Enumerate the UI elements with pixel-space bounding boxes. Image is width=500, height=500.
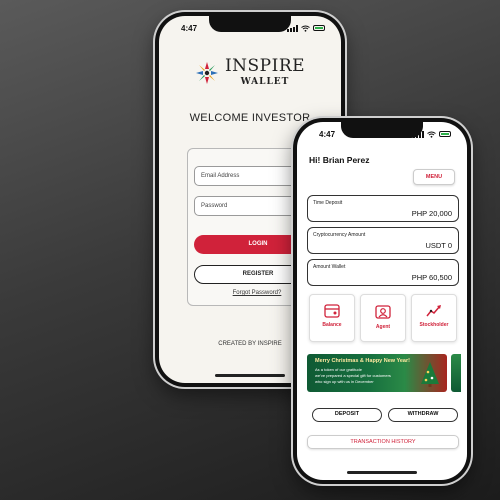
card-label: Amount Wallet: [313, 264, 346, 270]
card-label: Time Deposit: [313, 200, 343, 206]
battery-icon: [439, 131, 451, 137]
crypto-amount-card[interactable]: Cryptocurrency Amount USDT 0: [307, 227, 459, 254]
logo-icon: [195, 61, 218, 84]
amount-wallet-card[interactable]: Amount Wallet PHP 60,500: [307, 259, 459, 286]
balance-tile[interactable]: Balance: [309, 294, 355, 342]
card-label: Cryptocurrency Amount: [313, 232, 366, 238]
withdraw-button[interactable]: WITHDRAW: [388, 408, 458, 422]
user-greeting: Hi! Brian Perez: [309, 155, 370, 165]
promo-text: we've prepared a special gift for custom…: [315, 373, 391, 378]
promo-banner[interactable]: Merry Christmas & Happy New Year! As a t…: [307, 354, 447, 392]
tile-label: Agent: [375, 324, 391, 330]
notch: [209, 16, 291, 32]
brand-name: INSPIRE: [224, 56, 306, 76]
brand-logo: INSPIRE WALLET: [159, 58, 341, 87]
dashboard-phone: 4:47 Hi! Brian Perez MENU Time Deposit P…: [293, 118, 471, 484]
menu-button[interactable]: MENU: [413, 169, 455, 185]
promo-text: As a token of our gratitude: [315, 367, 362, 372]
status-time: 4:47: [181, 23, 198, 33]
christmas-tree-icon: [421, 362, 439, 387]
brand-subtitle: WALLET: [240, 77, 290, 87]
wifi-icon: [427, 131, 436, 138]
card-value: PHP 20,000: [411, 209, 452, 218]
notch: [341, 122, 423, 138]
deposit-button[interactable]: DEPOSIT: [312, 408, 382, 422]
home-indicator[interactable]: [347, 471, 417, 474]
battery-icon: [313, 25, 325, 31]
promo-text: who sign up with us in December: [315, 379, 374, 384]
stockholder-tile[interactable]: Stockholder: [411, 294, 457, 342]
tile-label: Stockholder: [419, 322, 449, 328]
agent-icon: [375, 305, 391, 319]
status-time: 4:47: [319, 129, 336, 139]
agent-tile[interactable]: Agent: [360, 294, 406, 342]
home-indicator[interactable]: [215, 374, 285, 377]
card-value: USDT 0: [425, 241, 452, 250]
stockholder-icon: [426, 305, 441, 317]
balance-icon: [324, 304, 340, 318]
promo-title: Merry Christmas & Happy New Year!: [315, 358, 410, 364]
transaction-history-button[interactable]: TRANSACTION HISTORY: [307, 435, 459, 449]
next-banner-peek[interactable]: [451, 354, 461, 392]
dashboard-screen: 4:47 Hi! Brian Perez MENU Time Deposit P…: [297, 122, 467, 480]
tile-label: Balance: [322, 322, 342, 328]
wifi-icon: [301, 25, 310, 32]
card-value: PHP 60,500: [411, 273, 452, 282]
time-deposit-card[interactable]: Time Deposit PHP 20,000: [307, 195, 459, 222]
